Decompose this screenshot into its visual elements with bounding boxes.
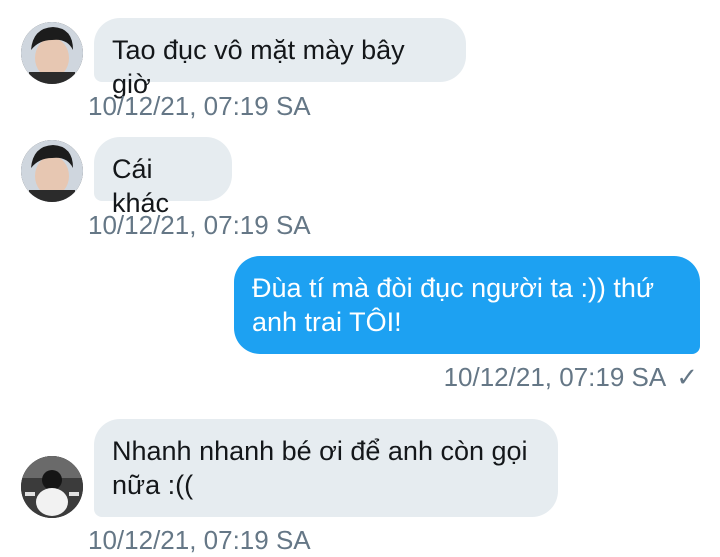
message-timestamp: 10/12/21, 07:19 SA — [88, 210, 311, 240]
sender-avatar[interactable] — [21, 22, 83, 84]
message-timestamp: 10/12/21, 07:19 SA — [88, 91, 311, 121]
message-text-line: Nhanh nhanh bé ơi để anh còn gọi — [112, 436, 528, 466]
message-text-line: nữa :(( — [112, 470, 194, 500]
sender-avatar[interactable] — [21, 140, 83, 202]
message-text: Tao đục vô mặt mày bây giờ — [112, 35, 405, 99]
message-bubble-outgoing: Đùa tí mà đòi đục người ta :)) thứ anh t… — [234, 256, 700, 354]
message-bubble: Nhanh nhanh bé ơi để anh còn gọi nữa :(( — [94, 419, 558, 517]
message-text-line: Đùa tí mà đòi đục người ta :)) thứ — [252, 273, 655, 303]
message-timestamp: 10/12/21, 07:19 SA — [88, 525, 311, 555]
sender-avatar[interactable] — [21, 456, 83, 518]
message-text-line: anh trai TÔI! — [252, 307, 402, 337]
message-bubble: Cái khác — [94, 137, 232, 218]
message-timestamp: 10/12/21, 07:19 SA — [443, 362, 667, 392]
checkmark-icon: ✓ — [676, 362, 698, 392]
message-timestamp-row: 10/12/21, 07:19 SA ✓ — [444, 362, 698, 393]
message-text: Cái khác — [112, 154, 170, 218]
message-bubble: Tao đục vô mặt mày bây giờ — [94, 18, 466, 99]
